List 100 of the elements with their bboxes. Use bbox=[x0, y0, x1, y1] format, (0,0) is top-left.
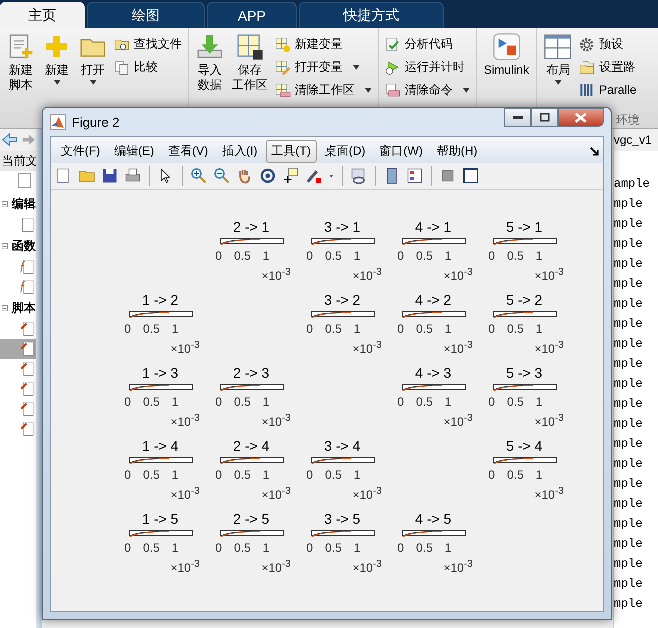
forward-arrow-icon[interactable] bbox=[22, 133, 36, 147]
ribbon-button[interactable]: 保存 工作区 bbox=[229, 32, 271, 94]
tick-label: 1 bbox=[444, 249, 452, 264]
ribbon-button[interactable]: Simulink bbox=[481, 32, 532, 79]
tick-label: 0.5 bbox=[143, 541, 160, 556]
ribbon-button[interactable]: 新建 脚本 bbox=[4, 32, 38, 94]
collapse-icon[interactable] bbox=[2, 304, 8, 312]
code-line: mple bbox=[614, 357, 644, 373]
tree-folder[interactable]: 函数 bbox=[12, 238, 36, 254]
menu-item[interactable]: 查看(V) bbox=[162, 140, 214, 162]
tick-label: 1 bbox=[262, 395, 270, 410]
tick-label: 0.5 bbox=[507, 322, 524, 337]
tree-folder[interactable]: 脚本 bbox=[12, 300, 36, 316]
ribbon-button[interactable]: 查找文件 bbox=[112, 34, 184, 55]
mini-plot bbox=[402, 238, 466, 246]
tick-label: 0.5 bbox=[507, 395, 524, 410]
code-line: mple bbox=[614, 297, 644, 313]
ribbon-button[interactable]: 导入 数据 bbox=[193, 32, 227, 94]
folders-icon bbox=[579, 60, 596, 76]
tick-label: 0.5 bbox=[234, 395, 251, 410]
tick-label: 0 bbox=[216, 541, 222, 556]
zoom-out-icon bbox=[213, 167, 231, 185]
axis-exponent: ×10$^{-3}$ bbox=[170, 558, 200, 577]
panel-title: 当前文 bbox=[0, 151, 36, 171]
legend-icon bbox=[406, 167, 424, 185]
code-line: mple bbox=[614, 517, 644, 533]
plot-title: 1 -> 2 bbox=[142, 291, 179, 309]
close-button[interactable] bbox=[558, 108, 604, 127]
axis-exponent: ×10$^{-3}$ bbox=[352, 558, 382, 577]
ribbon-button[interactable]: 设置路 bbox=[577, 57, 639, 78]
ribbon-button[interactable]: 清除命令 bbox=[383, 80, 472, 101]
menu-item[interactable]: 帮助(H) bbox=[430, 140, 484, 162]
ribbon-button[interactable]: 布局 bbox=[541, 32, 576, 86]
gear-icon bbox=[579, 36, 596, 52]
ribbon-button[interactable]: 比较 bbox=[112, 57, 184, 78]
code-line: mple bbox=[614, 557, 644, 573]
scrollbar[interactable] bbox=[36, 129, 42, 628]
axis-exponent: ×10$^{-3}$ bbox=[352, 485, 382, 504]
collapse-icon[interactable] bbox=[2, 200, 8, 208]
code-line: ample bbox=[614, 177, 652, 193]
ribbon-button[interactable]: 运行并计时 bbox=[383, 57, 472, 78]
ribbon-button[interactable]: 清除工作区 bbox=[273, 80, 374, 101]
caret-icon bbox=[328, 172, 335, 180]
menu-item[interactable]: 工具(T) bbox=[266, 140, 317, 162]
code-line: mple bbox=[614, 217, 644, 233]
mini-plot bbox=[492, 311, 556, 319]
maximize-icon bbox=[540, 113, 550, 122]
collapse-icon[interactable] bbox=[2, 242, 8, 250]
code-line: mple bbox=[614, 377, 644, 393]
mini-plot bbox=[310, 311, 374, 319]
tick-label: 1 bbox=[354, 541, 361, 556]
editor-tab[interactable]: vgc_v1 bbox=[614, 129, 658, 151]
tick-label: 1 bbox=[444, 395, 452, 410]
ribbon-button[interactable]: 分析代码 bbox=[383, 34, 472, 55]
code-line: mple bbox=[614, 237, 644, 253]
code-line: mple bbox=[614, 497, 644, 513]
minimize-button[interactable] bbox=[504, 108, 531, 127]
ribbon-tab[interactable]: 绘图 bbox=[87, 2, 205, 28]
ribbon-button[interactable]: Paralle bbox=[577, 80, 639, 100]
tick-label: 1 bbox=[536, 468, 543, 483]
mini-plot bbox=[220, 530, 284, 538]
tick-label: 0.5 bbox=[325, 249, 342, 264]
mini-plot bbox=[402, 530, 466, 538]
menu-item[interactable]: 文件(F) bbox=[55, 140, 106, 162]
tick-label: 0 bbox=[124, 395, 132, 410]
panel-icon bbox=[462, 167, 480, 185]
menu-item[interactable]: 插入(I) bbox=[216, 140, 264, 162]
zoom-in-icon bbox=[190, 167, 208, 185]
mini-plot bbox=[128, 457, 192, 465]
ribbon-button[interactable]: 打开变量 bbox=[273, 57, 374, 78]
menu-item[interactable]: 编辑(E) bbox=[108, 140, 160, 162]
tick-label: 0 bbox=[398, 541, 404, 556]
plot-title: 2 -> 5 bbox=[233, 510, 270, 528]
ribbon-button[interactable]: 新建 bbox=[40, 32, 74, 86]
ribbon-tab[interactable]: 主页 bbox=[0, 2, 85, 28]
axis-exponent: ×10$^{-3}$ bbox=[352, 266, 382, 285]
ribbon-button[interactable]: 打开 bbox=[76, 32, 110, 86]
ribbon-button[interactable]: 新建变量 bbox=[273, 34, 374, 55]
play-timer-icon bbox=[385, 60, 401, 76]
maximize-button[interactable] bbox=[531, 108, 558, 127]
tick-label: 0.5 bbox=[416, 249, 433, 264]
axis-exponent: ×10$^{-3}$ bbox=[262, 485, 291, 504]
tick-label: 0 bbox=[216, 395, 222, 410]
ribbon-tab[interactable]: APP bbox=[207, 2, 297, 28]
menu-item[interactable]: 窗口(W) bbox=[374, 140, 429, 162]
back-arrow-icon[interactable] bbox=[2, 133, 18, 147]
mini-plot bbox=[128, 384, 192, 392]
ribbon-tab[interactable]: 快捷方式 bbox=[299, 2, 444, 28]
code-line: mple bbox=[614, 417, 644, 433]
tick-label: 1 bbox=[172, 468, 179, 483]
dock-arrow-icon[interactable] bbox=[590, 146, 599, 156]
tree-item[interactable] bbox=[0, 339, 36, 359]
mini-plot bbox=[402, 311, 466, 319]
tick-label: 0 bbox=[488, 468, 496, 483]
ribbon-button[interactable]: 预设 bbox=[577, 34, 639, 55]
tree-folder[interactable]: 编辑 bbox=[12, 196, 36, 212]
menu-item[interactable]: 桌面(D) bbox=[318, 140, 372, 162]
axis-exponent: ×10$^{-3}$ bbox=[444, 266, 473, 285]
tick-label: 0 bbox=[398, 322, 404, 337]
code-line: mple bbox=[614, 257, 644, 273]
